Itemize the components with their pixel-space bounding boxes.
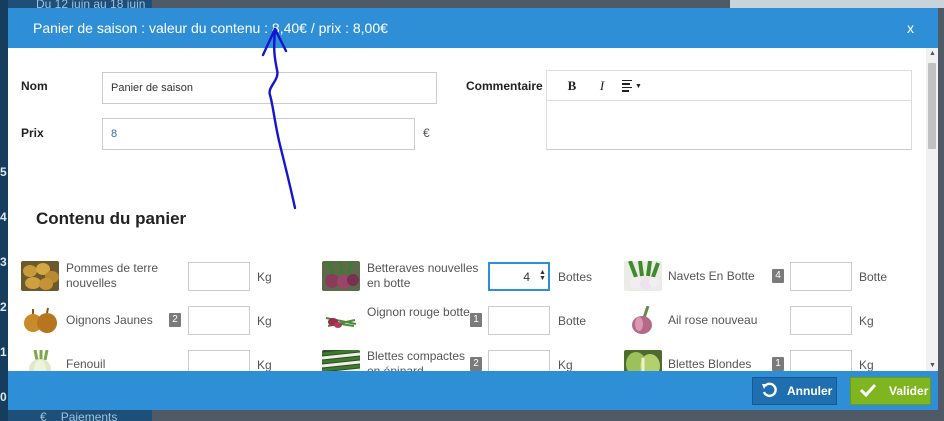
potato-icon bbox=[21, 261, 59, 291]
modal-header: Panier de saison : valeur du contenu : 8… bbox=[8, 8, 938, 48]
product-name: Blettes compactes en épinard bbox=[367, 349, 466, 371]
unit-label: Kg bbox=[257, 270, 272, 284]
product-name: Ail rose nouveau bbox=[668, 313, 758, 327]
product-name: Oignon rouge botte bbox=[367, 305, 470, 319]
payments-label: Paiements bbox=[60, 410, 118, 421]
unit-label: Kg bbox=[257, 358, 272, 371]
background-number: 3 bbox=[0, 255, 7, 269]
comment-editor[interactable]: B I ▼ bbox=[546, 70, 912, 150]
quantity-input[interactable] bbox=[488, 306, 550, 335]
undo-icon bbox=[761, 382, 777, 401]
count-badge: 1 bbox=[470, 313, 482, 327]
checkmark-icon bbox=[859, 383, 877, 400]
count-badge: 2 bbox=[470, 357, 482, 371]
product-name: Blettes Blondes bbox=[668, 357, 752, 371]
product-name: Navets En Botte bbox=[668, 269, 755, 283]
unit-label: Kg bbox=[558, 358, 573, 371]
count-badge: 2 bbox=[169, 313, 181, 327]
modal-title: Panier de saison : valeur du contenu : 8… bbox=[33, 20, 388, 36]
currency-label: € bbox=[423, 126, 430, 140]
background-number: 5 bbox=[0, 165, 7, 179]
bold-button[interactable]: B bbox=[557, 74, 587, 98]
modal-body[interactable]: Nom Prix € Commentaire B I ▼ Contenu du … bbox=[8, 48, 938, 371]
chevron-down-icon: ▼ bbox=[635, 81, 642, 90]
unit-label: Botte bbox=[558, 314, 587, 328]
comment-label: Commentaire bbox=[466, 79, 543, 93]
unit-label: Bottes bbox=[558, 270, 593, 284]
product-name: Oignons Jaunes bbox=[66, 313, 153, 327]
modal-footer: Annuler Valider bbox=[8, 371, 938, 410]
euro-icon: € bbox=[40, 410, 47, 421]
basket-modal: Panier de saison : valeur du contenu : 8… bbox=[8, 8, 938, 410]
unit-label: Kg bbox=[859, 314, 874, 328]
beetroot-icon bbox=[322, 261, 360, 291]
price-input[interactable] bbox=[102, 118, 415, 150]
count-badge: 4 bbox=[772, 269, 784, 283]
align-dropdown[interactable]: ▼ bbox=[617, 74, 647, 98]
quantity-input[interactable] bbox=[790, 262, 852, 291]
quantity-input[interactable] bbox=[790, 350, 852, 371]
blond-chard-icon bbox=[624, 350, 662, 371]
product-name: Pommes de terre nouvelles bbox=[66, 261, 159, 290]
onion-icon bbox=[21, 306, 59, 336]
chard-icon bbox=[322, 350, 360, 371]
unit-label: Botte bbox=[859, 270, 888, 284]
section-title: Contenu du panier bbox=[36, 209, 187, 228]
quantity-input[interactable] bbox=[188, 306, 250, 335]
quantity-input[interactable] bbox=[188, 262, 250, 291]
background-number: 1 bbox=[0, 345, 7, 359]
product-name: Betteraves nouvelles en botte bbox=[367, 261, 479, 290]
red-onion-icon bbox=[322, 306, 360, 336]
name-label: Nom bbox=[21, 79, 48, 93]
cancel-label: Annuler bbox=[787, 384, 833, 398]
quantity-input[interactable] bbox=[790, 306, 852, 335]
align-left-icon bbox=[622, 79, 633, 92]
turnip-icon bbox=[624, 261, 662, 291]
quantity-input[interactable] bbox=[488, 350, 550, 371]
background-topbar bbox=[730, 0, 944, 8]
background-number: 0 bbox=[0, 390, 7, 404]
background-payments-link[interactable]: € Paiements bbox=[40, 410, 117, 421]
unit-label: Kg bbox=[257, 314, 272, 328]
italic-button[interactable]: I bbox=[587, 74, 617, 98]
product-name: Fenouil bbox=[66, 357, 106, 371]
editor-toolbar: B I ▼ bbox=[547, 71, 911, 101]
count-badge: 1 bbox=[772, 357, 784, 371]
background-number: 4 bbox=[0, 210, 7, 224]
background-date: Du 12 juin au 18 juin bbox=[36, 0, 146, 8]
price-label: Prix bbox=[21, 126, 44, 140]
garlic-icon bbox=[624, 306, 662, 336]
quantity-input[interactable] bbox=[188, 350, 250, 371]
background-number: 2 bbox=[0, 300, 7, 314]
scrollbar[interactable]: ▲ ▼ bbox=[926, 48, 938, 371]
scroll-down-icon[interactable]: ▼ bbox=[929, 362, 936, 369]
fennel-icon bbox=[21, 350, 59, 371]
validate-label: Valider bbox=[889, 384, 929, 398]
validate-button[interactable]: Valider bbox=[850, 377, 931, 405]
scrollbar-thumb[interactable] bbox=[928, 63, 936, 149]
unit-label: Kg bbox=[859, 358, 874, 371]
close-button[interactable]: x bbox=[907, 20, 914, 36]
scroll-up-icon[interactable]: ▲ bbox=[929, 50, 936, 57]
cancel-button[interactable]: Annuler bbox=[752, 377, 837, 405]
name-input[interactable] bbox=[102, 72, 437, 104]
stepper-icon[interactable]: ▲ ▼ bbox=[539, 269, 546, 282]
